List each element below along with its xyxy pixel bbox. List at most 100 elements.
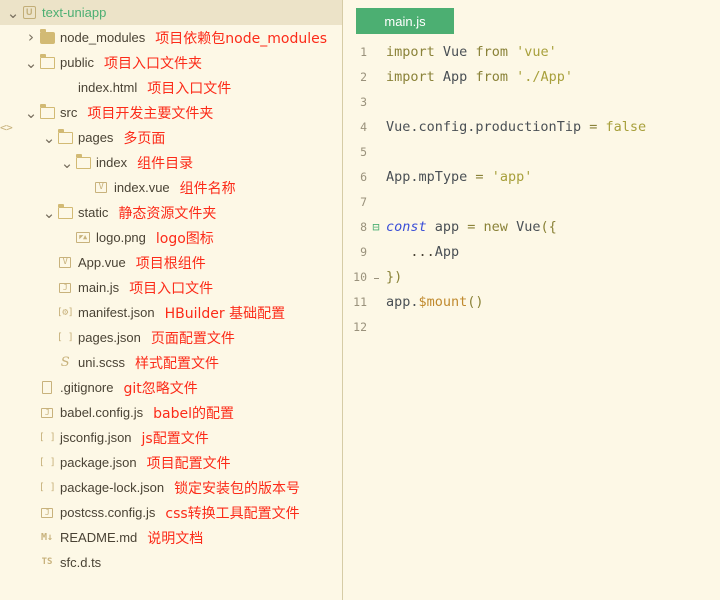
tree-row[interactable]: M↓ README.md 说明文档	[0, 525, 342, 550]
tree-row[interactable]: .gitignore git忽略文件	[0, 375, 342, 400]
code-token: .mpType	[410, 169, 476, 185]
json-config-file-icon: [⚙]	[56, 306, 74, 318]
annotation-label: 多页面	[123, 130, 166, 147]
tree-row[interactable]: Suni.scss 样式配置文件	[0, 350, 342, 375]
annotation-label: 项目入口文件夹	[103, 55, 202, 72]
annotation-label: 组件名称	[179, 180, 236, 197]
code-token: Vue	[442, 44, 468, 60]
tree-row[interactable]: ⌄ public 项目入口文件夹	[0, 50, 342, 75]
line-number: 6	[360, 170, 367, 184]
code-text: import App from './App'	[382, 65, 573, 90]
tree-row[interactable]: Jbabel.config.js babel的配置	[0, 400, 342, 425]
code-text: app.$mount()	[382, 290, 484, 315]
tree-row[interactable]: ⌄ pages 多页面	[0, 125, 342, 150]
tree-item-label: App.vue	[78, 255, 126, 270]
fold-collapse-icon[interactable]: ⊟	[370, 215, 382, 240]
tree-row[interactable]: › node_modules 项目依赖包node_modules	[0, 25, 342, 50]
code-token: Vue	[516, 219, 541, 235]
tree-row[interactable]: TS sfc.d.ts	[0, 550, 342, 575]
code-token: $mount	[418, 294, 468, 310]
code-line: 6 App.mpType = 'app'	[344, 165, 720, 190]
tree-row[interactable]: ◤▲ logo.png logo图标	[0, 225, 342, 250]
html-file-icon: <>	[0, 121, 13, 134]
chevron-right-icon[interactable]: ›	[24, 30, 38, 45]
tree-item-label: pages	[78, 130, 114, 145]
chevron-down-icon[interactable]: ⌄	[42, 130, 56, 145]
tree-row[interactable]: ⌄ index 组件目录	[0, 150, 342, 175]
tree-row[interactable]: [⚙] manifest.json HBuilder 基础配置	[0, 300, 342, 325]
tree-item-label: index.vue	[114, 180, 170, 195]
code-line: 8 ⊟ const app = new Vue({	[344, 215, 720, 240]
file-explorer-pane: ⌄ Utext-uniapp › node_modules 项目依赖包node_modu…	[0, 0, 343, 600]
code-text: })	[382, 265, 402, 290]
tree-row[interactable]: Vindex.vue 组件名称	[0, 175, 342, 200]
annotation-label: babel的配置	[153, 405, 234, 422]
code-token: 'app'	[491, 169, 533, 185]
chevron-down-icon[interactable]: ⌄	[60, 155, 74, 170]
line-number: 5	[360, 145, 367, 159]
js-file-icon: J	[56, 280, 74, 296]
code-token: false	[605, 119, 647, 135]
tree-row[interactable]: [ ] package.json 项目配置文件	[0, 450, 342, 475]
line-number: 8	[360, 220, 367, 234]
tree-row[interactable]: Jpostcss.config.js css转换工具配置文件	[0, 500, 342, 525]
chevron-down-icon[interactable]: ⌄	[24, 55, 38, 70]
code-token: import	[386, 69, 443, 85]
annotation-label: css转换工具配置文件	[165, 505, 300, 522]
js-file-icon: J	[38, 405, 56, 421]
code-token: import	[386, 44, 443, 60]
tree-item-label: postcss.config.js	[60, 505, 156, 520]
line-number: 11	[353, 295, 367, 309]
plain-file-icon	[38, 380, 56, 396]
tree-row[interactable]: [ ] jsconfig.json js配置文件	[0, 425, 342, 450]
folder-closed-icon	[38, 28, 56, 46]
tree-row[interactable]: [ ] pages.json 页面配置文件	[0, 325, 342, 350]
tree-row[interactable]: ⌄ src 项目开发主要文件夹	[0, 100, 342, 125]
chevron-down-icon[interactable]: ⌄	[6, 5, 20, 20]
code-line: 5	[344, 140, 720, 165]
tree-item-label: README.md	[60, 530, 138, 545]
vue-file-icon: V	[56, 255, 74, 271]
tree-row[interactable]: V App.vue 项目根组件	[0, 250, 342, 275]
annotation-label: 项目入口文件	[129, 280, 214, 297]
code-token: app	[426, 219, 468, 235]
code-text: import Vue from 'vue'	[382, 40, 557, 65]
js-file-icon: J	[38, 505, 56, 521]
annotation-label: 项目依赖包node_modules	[155, 30, 327, 47]
tree-item-label: main.js	[78, 280, 120, 295]
tree-row[interactable]: [ ] package-lock.json 锁定安装包的版本号	[0, 475, 342, 500]
code-line: 11 app.$mount()	[344, 290, 720, 315]
code-token: new	[483, 219, 517, 235]
tree-row[interactable]: ⌄ Utext-uniapp	[0, 0, 342, 25]
tree-row[interactable]: ⌄ static 静态资源文件夹	[0, 200, 342, 225]
code-token: 'vue'	[516, 44, 557, 60]
code-line: 10})	[344, 265, 720, 290]
tree-row[interactable]: <> index.html 项目入口文件	[0, 75, 342, 134]
tree-item-label: src	[60, 105, 78, 120]
code-token: .config.productionTip	[410, 119, 590, 135]
tab-main-js[interactable]: main.js	[356, 8, 454, 34]
code-token: Vue	[386, 119, 411, 135]
code-content[interactable]: 1 import Vue from 'vue' 2 import App from '…	[344, 40, 720, 340]
line-number: 3	[360, 95, 367, 109]
annotation-label: 项目配置文件	[146, 455, 231, 472]
vue-file-icon: V	[92, 180, 110, 196]
line-number: 10	[353, 270, 367, 284]
chevron-down-icon[interactable]: ⌄	[24, 105, 38, 120]
code-line: 1 import Vue from 'vue'	[344, 40, 720, 65]
typescript-file-icon: TS	[41, 557, 53, 567]
uniapp-project-icon: U	[20, 5, 38, 21]
json-file-icon: [ ]	[38, 481, 56, 493]
code-editor-pane: main.js 1 import Vue from 'vue' 2 import Ap…	[344, 0, 720, 600]
folder-open-icon	[38, 53, 56, 71]
tree-row[interactable]: Jmain.js 项目入口文件	[0, 275, 342, 300]
annotation-label: git忽略文件	[123, 380, 198, 397]
chevron-down-icon[interactable]: ⌄	[42, 205, 56, 220]
editor-tab-bar: main.js	[344, 8, 454, 34]
code-text: App.mpType = 'app'	[382, 165, 532, 190]
annotation-label: 样式配置文件	[134, 355, 219, 372]
code-token: './App'	[516, 69, 573, 85]
annotation-label: 项目开发主要文件夹	[87, 105, 214, 122]
code-line: 12	[344, 315, 720, 340]
json-file-icon: [ ]	[38, 456, 56, 468]
